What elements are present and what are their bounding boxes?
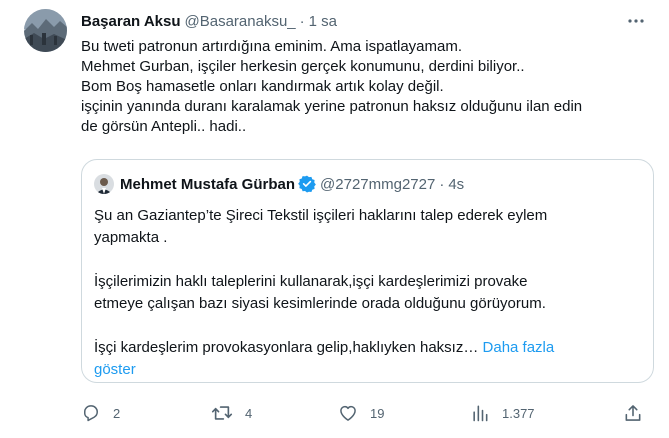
quoted-text-line: yapmakta .	[94, 229, 168, 246]
tweet-text-line: işçinin yanında duranı karalamak yerine …	[81, 98, 583, 115]
views-count: 1.377	[502, 405, 535, 421]
tweet-header: Başaran Aksu @Basaranaksu_ · 1 sa	[81, 11, 337, 31]
quoted-tweet[interactable]: Mehmet Mustafa Gürban @2727mmg2727 · 4s …	[81, 159, 654, 383]
author-name[interactable]: Başaran Aksu	[81, 13, 181, 30]
author-avatar[interactable]	[24, 9, 67, 52]
author-handle[interactable]: @Basaranaksu_	[185, 13, 296, 30]
like-count: 19	[370, 405, 385, 421]
show-more-link[interactable]: Daha fazla	[483, 339, 555, 356]
retweet-icon	[211, 406, 233, 420]
like-icon	[340, 405, 356, 421]
tweet-text-line: de görsün Antepli.. hadi..	[81, 118, 247, 135]
verified-badge-icon	[298, 175, 316, 193]
quoted-author-handle: @2727mmg2727	[320, 175, 436, 193]
quoted-text-line: İşçilerimizin haklı taleplerini kullanar…	[94, 273, 528, 290]
reply-icon	[84, 405, 98, 422]
quoted-tweet-time: 4s	[448, 175, 465, 193]
tweet-text-line: Bom Boş hamasetle onları kandırmak artık…	[81, 78, 444, 95]
more-dots-icon[interactable]	[627, 12, 645, 30]
reply-button[interactable]: 2	[81, 402, 120, 424]
separator-dot: ·	[299, 12, 305, 30]
share-icon	[625, 405, 641, 421]
quoted-text-line: Şu an Gaziantep’te Şireci Tekstil işçile…	[94, 207, 548, 224]
quoted-tweet-header: Mehmet Mustafa Gürban @2727mmg2727 · 4s	[94, 174, 464, 194]
share-button[interactable]	[623, 402, 643, 424]
quoted-text-line: göster	[94, 359, 642, 381]
quoted-author-name: Mehmet Mustafa Gürban	[120, 175, 296, 193]
show-more-link-continued[interactable]: göster	[94, 361, 136, 378]
views-button[interactable]: 1.377	[470, 402, 535, 424]
retweet-count: 4	[245, 405, 253, 421]
like-button[interactable]: 19	[338, 402, 384, 424]
quoted-tweet-text: Şu an Gaziantep’te Şireci Tekstil işçile…	[94, 205, 642, 381]
quoted-text-truncated: İşçi kardeşlerim provokasyonlara gelip,h…	[94, 339, 479, 356]
tweet-text-line: Mehmet Gurban, işçiler herkesin gerçek k…	[81, 58, 525, 75]
tweet-actions: 2 4 19 1.377	[81, 402, 653, 424]
tweet-text: Bu tweti patronun artırdığına eminim. Am…	[81, 37, 653, 137]
quoted-text-line: etmeye çalışan bazı siyasi kesimlerinde …	[94, 295, 546, 312]
tweet-text-line: Bu tweti patronun artırdığına eminim. Am…	[81, 38, 463, 55]
retweet-button[interactable]: 4	[211, 402, 252, 424]
tweet-time[interactable]: 1 sa	[309, 13, 337, 30]
quoted-text-line: İşçi kardeşlerim provokasyonlara gelip,h…	[94, 337, 642, 359]
views-icon	[473, 405, 488, 422]
separator-dot: ·	[439, 175, 445, 193]
tweet[interactable]: Başaran Aksu @Basaranaksu_ · 1 sa Bu twe…	[0, 0, 669, 438]
quoted-author-avatar	[94, 174, 114, 194]
reply-count: 2	[113, 405, 121, 421]
